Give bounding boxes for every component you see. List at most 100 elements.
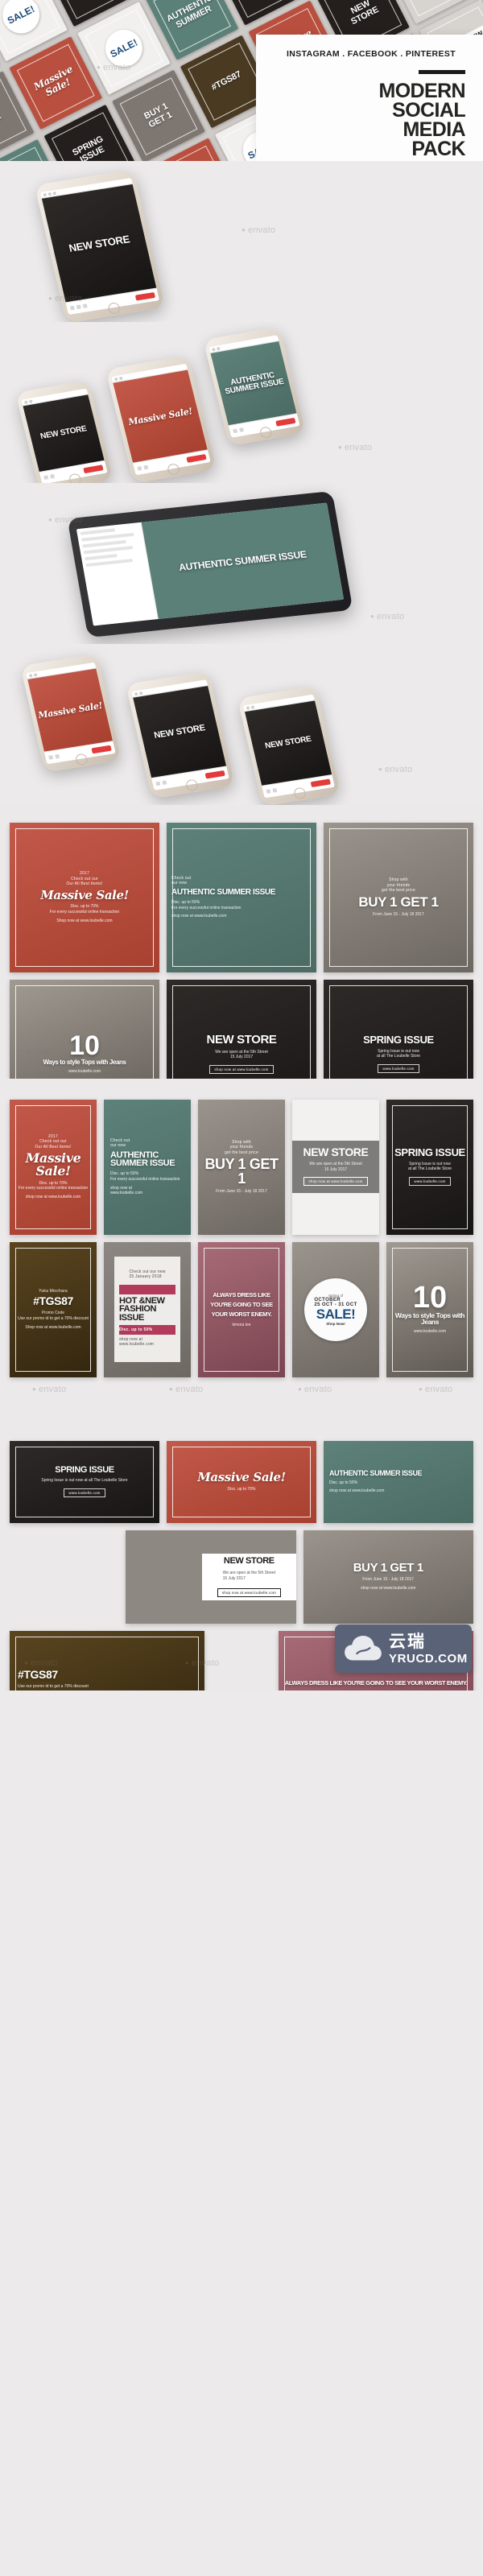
envato-watermark: envato bbox=[242, 225, 275, 235]
yrucd-chinese-label: 云瑞 bbox=[389, 1632, 426, 1651]
post-card[interactable]: Yuka Miochara #TGS87 Promo Code Use our p… bbox=[10, 1241, 97, 1377]
envato-watermark: envato bbox=[169, 1385, 203, 1394]
post-card[interactable]: ALWAYS DRESS LIKE YOU'RE GOING TO SEE YO… bbox=[198, 1241, 285, 1377]
phone-device: NEW STORE bbox=[34, 169, 166, 322]
card-kicker: Check out our new bbox=[171, 875, 192, 886]
post-card[interactable]: Spring of OCTOBER 25 OCT - 31 OCT SALE! S… bbox=[292, 1241, 379, 1377]
tablet-post-preview: AUTHENTIC SUMMER ISSUE bbox=[141, 502, 345, 619]
card-headline: NEW STORE bbox=[206, 1032, 277, 1046]
post-card[interactable]: AUTHENTIC SUMMER ISSUE Disc. up to 50% s… bbox=[324, 1441, 473, 1523]
tablet-post-label: AUTHENTIC SUMMER ISSUE bbox=[178, 548, 308, 573]
card-cta[interactable]: shop now at www.loubelle.com bbox=[209, 1065, 274, 1075]
grid-row: Yuka Miochara #TGS87 Promo Code Use our p… bbox=[10, 1241, 473, 1377]
card-cta[interactable]: www.loubelle.com bbox=[409, 1177, 451, 1186]
phone-mockup-section-1: NEW STORE envato envato bbox=[0, 161, 483, 322]
card-sub: Disc. up to 70% For every successful onli… bbox=[49, 904, 120, 915]
card-sub: Disc. up to 50% bbox=[118, 1324, 176, 1335]
post-card[interactable]: 10 Ways to style Tops with Jeans www.lou… bbox=[386, 1241, 473, 1377]
card-headline: SPRING ISSUE bbox=[55, 1465, 114, 1476]
post-card[interactable]: Check out our new AUTHENTIC SUMMER ISSUE … bbox=[167, 823, 316, 972]
post-card[interactable]: Check out our new AUTHENTIC SUMMER ISSUE … bbox=[104, 1100, 191, 1235]
landscape-posts-grid: SPRING ISSUE Spring Issue is out now at … bbox=[0, 1425, 483, 1690]
card-headline: AUTHENTIC SUMMER ISSUE bbox=[171, 887, 275, 897]
envato-watermark: envato bbox=[370, 612, 404, 621]
post-card[interactable]: SPRING ISSUE Spring Issue is out now at a… bbox=[386, 1100, 473, 1235]
card-date-band bbox=[118, 1284, 176, 1294]
cloud-icon bbox=[345, 1636, 382, 1662]
post-card[interactable]: 2017 Check out our Our All Best Items! Mas… bbox=[10, 823, 159, 972]
card-sub: We are open at the 5th Street 15 July 201… bbox=[222, 1571, 276, 1582]
card-headline: #TGS87 bbox=[33, 1294, 73, 1308]
card-headline: ALWAYS DRESS LIKE YOU'RE GOING TO SEE YO… bbox=[210, 1291, 273, 1319]
card-headline: ALWAYS DRESS LIKE YOU'RE GOING TO SEE YO… bbox=[284, 1679, 468, 1687]
grid-row: 10 Ways to style Tops with Jeans www.lou… bbox=[10, 980, 473, 1079]
post-card[interactable]: #TGS87 Use our promo id to get a 70% dis… bbox=[10, 1630, 204, 1690]
card-sub: From June 15 - July 18 2017 bbox=[216, 1189, 267, 1195]
post-card[interactable]: Massive Sale! Disc. up to 70% bbox=[167, 1441, 316, 1523]
card-headline: 10 bbox=[69, 1030, 100, 1062]
post-card[interactable]: SPRING ISSUE Spring Issue is out now at a… bbox=[324, 980, 473, 1079]
card-cta: www.loubelle.com bbox=[68, 1068, 101, 1074]
card-sub: Ways to style Tops with Jeans bbox=[394, 1311, 465, 1327]
square-posts-grid: 2017 Check out our Our All Best Items! Mas… bbox=[0, 805, 483, 1079]
card-headline: 10 bbox=[412, 1280, 448, 1315]
card-kicker: Check out our new 25 January 2018 bbox=[129, 1269, 166, 1280]
phone-device: NEW STORE bbox=[126, 671, 235, 799]
card-sub: Disc. up to 50% bbox=[329, 1480, 358, 1485]
card-kicker: Yuka Miochara bbox=[39, 1288, 68, 1294]
card-cta: shop now at www.loubelle.com bbox=[171, 914, 227, 919]
phone-post-label: AUTHENTIC SUMMER ISSUE bbox=[224, 370, 285, 397]
post-card[interactable]: Shop with your friends get the best price … bbox=[324, 823, 473, 972]
card-headline: SPRING ISSUE bbox=[363, 1033, 434, 1046]
platforms-label: INSTAGRAM . FACEBOOK . PINTEREST bbox=[287, 49, 456, 59]
post-card[interactable]: Shop with your friends get the best price … bbox=[198, 1100, 285, 1235]
card-sub: kimora lee bbox=[232, 1323, 251, 1328]
title-line-3: MEDIA bbox=[402, 118, 465, 141]
card-sub: Spring Issue is out now at all The Loube… bbox=[41, 1477, 128, 1483]
grid-row: NEW STORE We are open at the 5th Street 1… bbox=[10, 1530, 473, 1624]
post-card[interactable]: 10 Ways to style Tops with Jeans www.lou… bbox=[10, 980, 159, 1079]
card-cta: shop now at www.loubelle.com bbox=[361, 1586, 416, 1591]
card-sub: Ways to style Tops with Jeans bbox=[43, 1059, 126, 1067]
card-headline: SPRING ISSUE bbox=[394, 1146, 465, 1158]
grid-row: 2017 Check out our Our All Best Items! Mas… bbox=[10, 1100, 473, 1235]
card-sub: Disc. up to 50% For every successful onli… bbox=[110, 1171, 180, 1182]
phone-post-label: Massive Sale! bbox=[126, 405, 194, 427]
phone-post-label: Massive Sale! bbox=[36, 700, 104, 720]
post-card[interactable]: Check out our new 25 January 2018 HOT &NE… bbox=[104, 1241, 191, 1377]
post-card[interactable]: SPRING ISSUE Spring Issue is out now at … bbox=[10, 1441, 159, 1523]
preview-page: BUY 1GET 1 NEWSTORE SALE! SPRINGISSUE HO… bbox=[0, 0, 483, 2576]
card-kicker: Shop with your friends get the best price bbox=[225, 1139, 258, 1155]
phone-device: NEW STORE bbox=[15, 379, 114, 483]
card-cta[interactable]: shop now at www.loubelle.com bbox=[303, 1177, 368, 1187]
post-card[interactable]: 2017 Check out our Our All Best Items! Mas… bbox=[10, 1100, 97, 1235]
post-card[interactable]: NEW STORE We are open at the 5th Street 1… bbox=[126, 1530, 296, 1624]
card-cta[interactable]: www.loubelle.com bbox=[378, 1064, 419, 1074]
yrucd-watermark-badge: 云瑞 YRUCD.COM bbox=[335, 1624, 472, 1673]
card-cta[interactable]: shop now at www.loubelle.com bbox=[217, 1587, 281, 1597]
post-card[interactable]: BUY 1 GET 1 From June 15 - July 18 2017 … bbox=[303, 1530, 473, 1624]
phone-post-label: NEW STORE bbox=[153, 722, 206, 741]
title-line-1: MODERN bbox=[378, 80, 465, 102]
phone-mockup-section-3: Massive Sale! NEW STORE NEW STORE envato bbox=[0, 644, 483, 805]
card-cta: shop now at www.loubelle.com bbox=[25, 1195, 81, 1200]
card-sub: We are open at the 5th Street 15 July 201… bbox=[309, 1161, 362, 1172]
card-headline: BUY 1 GET 1 bbox=[204, 1156, 279, 1187]
card-cta: Shop now at www.loubelle.com bbox=[56, 918, 113, 923]
post-card[interactable]: NEW STORE We are open at the 5th Street 1… bbox=[167, 980, 316, 1079]
phone-device: Massive Sale! bbox=[105, 355, 217, 483]
page-title: MODERN SOCIAL MEDIA PACK bbox=[275, 81, 467, 159]
card-cta[interactable]: www.loubelle.com bbox=[64, 1488, 105, 1497]
phone-post-label: NEW STORE bbox=[264, 734, 312, 751]
card-cta: Shop Now! bbox=[326, 1321, 345, 1326]
card-cta: www.loubelle.com bbox=[413, 1328, 447, 1334]
title-line-4: PACK bbox=[411, 138, 465, 160]
card-headline: BUY 1 GET 1 bbox=[358, 894, 439, 910]
card-sub: Disc. up to 70% bbox=[227, 1486, 256, 1492]
tablet-mockup-section: AUTHENTIC SUMMER ISSUE envato envato bbox=[0, 483, 483, 644]
card-headline: NEW STORE bbox=[303, 1146, 369, 1159]
phone-device: NEW STORE bbox=[237, 686, 341, 805]
card-headline: Massive Sale! bbox=[25, 1150, 81, 1179]
card-headline: SALE! bbox=[316, 1306, 356, 1322]
post-card[interactable]: NEW STORE We are open at the 5th Street 1… bbox=[292, 1100, 379, 1235]
